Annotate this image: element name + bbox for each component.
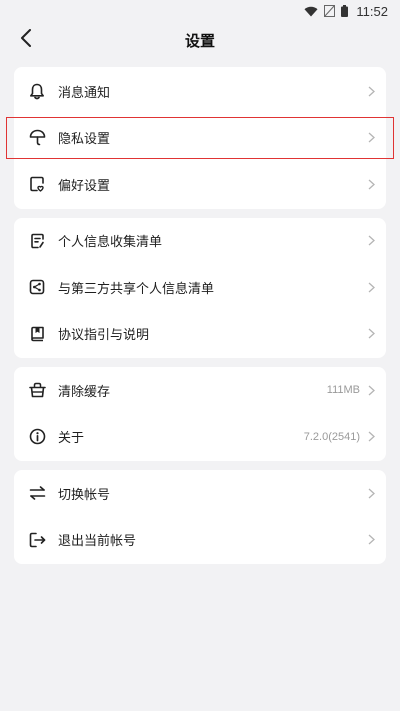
settings-item-label: 与第三方共享个人信息清单 <box>58 281 215 297</box>
settings-item-label: 关于 <box>58 431 85 447</box>
settings-group-information: 个人信息收集清单 与第三方共享个人信息清单 协议指引与说明 <box>14 217 386 358</box>
document-edit-icon <box>28 232 46 250</box>
chevron-right-icon <box>366 85 376 97</box>
chevron-right-icon <box>366 384 376 396</box>
version-value: 7.2.0(2541) <box>303 430 360 443</box>
settings-item-label: 消息通知 <box>58 85 111 101</box>
settings-screen: 11:52 设置 消息通知 隐私设置 偏好设置 个人信息收集清单 与第三方共享个… <box>0 0 400 711</box>
settings-item-switch-account[interactable]: 切换帐号 <box>14 470 386 517</box>
share-icon <box>28 278 46 296</box>
page-title: 设置 <box>184 31 215 50</box>
chevron-right-icon <box>366 235 376 247</box>
umbrella-icon <box>28 129 46 147</box>
settings-item-label: 清除缓存 <box>58 384 111 400</box>
settings-item-about[interactable]: 关于 7.2.0(2541) <box>14 414 386 461</box>
chevron-right-icon <box>366 487 376 499</box>
settings-item-label: 切换帐号 <box>58 487 111 503</box>
chevron-left-icon <box>20 29 32 51</box>
settings-item-label: 隐私设置 <box>58 132 111 148</box>
chevron-right-icon <box>366 534 376 546</box>
status-bar: 11:52 <box>0 0 400 22</box>
info-icon <box>28 428 46 446</box>
settings-content: 消息通知 隐私设置 偏好设置 个人信息收集清单 与第三方共享个人信息清单 协议指… <box>0 58 400 564</box>
basket-icon <box>28 381 46 399</box>
settings-group-storage: 清除缓存 111MB 关于 7.2.0(2541) <box>14 367 386 461</box>
settings-item-label: 个人信息收集清单 <box>58 235 163 251</box>
settings-item-info-collection[interactable]: 个人信息收集清单 <box>14 218 386 265</box>
cache-size-value: 111MB <box>326 384 360 397</box>
wifi-icon <box>304 6 318 17</box>
settings-item-preferences[interactable]: 偏好设置 <box>14 161 386 208</box>
settings-item-label: 退出当前帐号 <box>58 534 137 550</box>
settings-item-notifications[interactable]: 消息通知 <box>14 68 386 115</box>
chevron-right-icon <box>366 281 376 293</box>
settings-item-agreements[interactable]: 协议指引与说明 <box>14 311 386 358</box>
settings-group-general: 消息通知 隐私设置 偏好设置 <box>6 67 394 209</box>
bell-icon <box>28 82 46 100</box>
battery-icon <box>341 5 349 17</box>
preference-icon <box>28 175 46 193</box>
settings-item-label: 偏好设置 <box>58 178 111 194</box>
settings-item-clear-cache[interactable]: 清除缓存 111MB <box>14 367 386 414</box>
settings-item-logout[interactable]: 退出当前帐号 <box>14 517 386 564</box>
book-icon <box>28 325 46 343</box>
status-time: 11:52 <box>356 3 388 19</box>
chevron-right-icon <box>366 431 376 443</box>
switch-icon <box>28 484 46 502</box>
settings-item-privacy[interactable]: 隐私设置 <box>6 115 394 162</box>
chevron-right-icon <box>366 178 376 190</box>
chevron-right-icon <box>366 132 376 144</box>
nav-bar: 设置 <box>0 22 400 58</box>
settings-item-third-party-sharing[interactable]: 与第三方共享个人信息清单 <box>14 264 386 311</box>
back-button[interactable] <box>14 28 38 52</box>
settings-group-account: 切换帐号 退出当前帐号 <box>14 470 386 564</box>
settings-item-label: 协议指引与说明 <box>58 328 150 344</box>
chevron-right-icon <box>366 328 376 340</box>
logout-icon <box>28 531 46 549</box>
signal-icon <box>324 5 336 17</box>
